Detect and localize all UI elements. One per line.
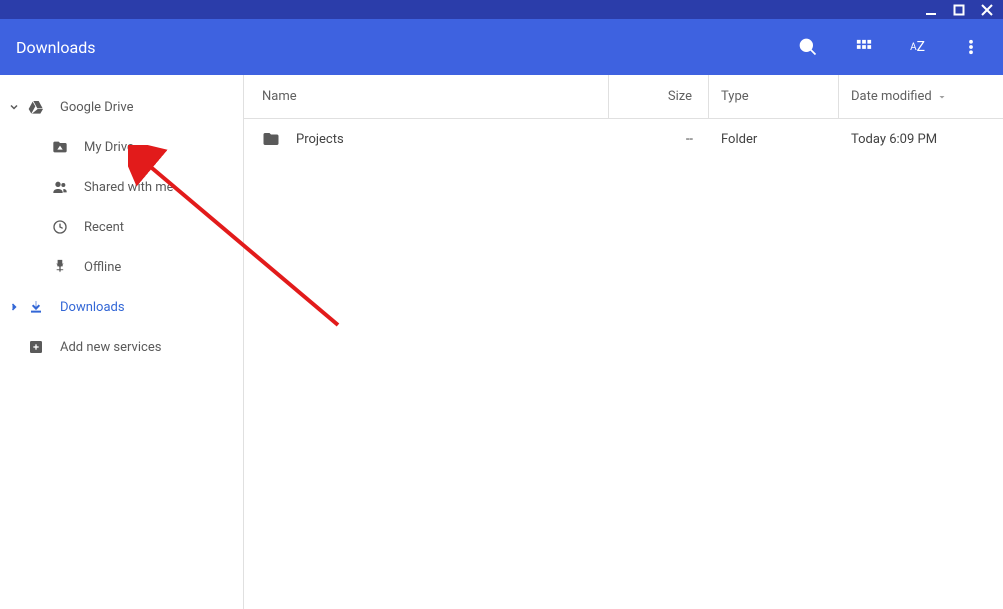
shared-icon bbox=[52, 179, 68, 195]
file-type: Folder bbox=[721, 132, 757, 147]
toolbar-actions: AZ bbox=[798, 37, 987, 57]
add-box-icon bbox=[28, 339, 44, 355]
minimize-button[interactable] bbox=[925, 4, 937, 16]
sort-az-icon[interactable]: AZ bbox=[910, 37, 925, 57]
sidebar-item-label: Downloads bbox=[60, 300, 125, 315]
sidebar-item-label: Add new services bbox=[60, 340, 161, 355]
chevron-down-icon[interactable] bbox=[0, 101, 28, 113]
sidebar-item-shared-with-me[interactable]: Shared with me bbox=[0, 167, 243, 207]
folder-icon bbox=[262, 130, 280, 148]
google-drive-icon bbox=[28, 99, 44, 115]
search-icon[interactable] bbox=[798, 37, 818, 57]
view-grid-icon[interactable] bbox=[854, 37, 874, 57]
maximize-button[interactable] bbox=[953, 4, 965, 16]
window-titlebar bbox=[0, 0, 1003, 19]
file-name: Projects bbox=[296, 132, 344, 147]
table-row[interactable]: Projects -- Folder Today 6:09 PM bbox=[244, 119, 1003, 159]
chevron-right-icon[interactable] bbox=[0, 301, 28, 313]
sidebar-item-offline[interactable]: Offline bbox=[0, 247, 243, 287]
sidebar-item-label: Google Drive bbox=[60, 100, 133, 115]
file-date: Today 6:09 PM bbox=[851, 132, 937, 147]
column-name[interactable]: Name bbox=[244, 75, 609, 118]
page-title: Downloads bbox=[16, 38, 798, 57]
file-list: Name Size Type Date modified Projects --… bbox=[244, 75, 1003, 609]
table-header: Name Size Type Date modified bbox=[244, 75, 1003, 119]
column-size[interactable]: Size bbox=[609, 75, 709, 118]
sidebar-item-label: Shared with me bbox=[84, 180, 174, 195]
close-button[interactable] bbox=[981, 4, 993, 16]
sidebar-item-recent[interactable]: Recent bbox=[0, 207, 243, 247]
file-size: -- bbox=[686, 132, 693, 147]
download-icon bbox=[28, 299, 44, 315]
column-type[interactable]: Type bbox=[709, 75, 839, 118]
sidebar-item-label: My Drive bbox=[84, 140, 134, 155]
sidebar-item-label: Recent bbox=[84, 220, 124, 235]
sidebar-item-google-drive[interactable]: Google Drive bbox=[0, 87, 243, 127]
toolbar: Downloads AZ bbox=[0, 19, 1003, 75]
recent-icon bbox=[52, 219, 68, 235]
sort-descending-icon bbox=[936, 91, 948, 103]
sidebar: Google Drive My Drive Shared with me Rec… bbox=[0, 75, 244, 609]
sidebar-item-label: Offline bbox=[84, 260, 121, 275]
sidebar-item-downloads[interactable]: Downloads bbox=[0, 287, 243, 327]
my-drive-icon bbox=[52, 139, 68, 155]
offline-pin-icon bbox=[52, 259, 68, 275]
table-body: Projects -- Folder Today 6:09 PM bbox=[244, 119, 1003, 159]
sidebar-item-my-drive[interactable]: My Drive bbox=[0, 127, 243, 167]
sidebar-item-add-services[interactable]: Add new services bbox=[0, 327, 243, 367]
column-date-modified[interactable]: Date modified bbox=[839, 75, 1003, 118]
more-options-icon[interactable] bbox=[961, 37, 981, 57]
